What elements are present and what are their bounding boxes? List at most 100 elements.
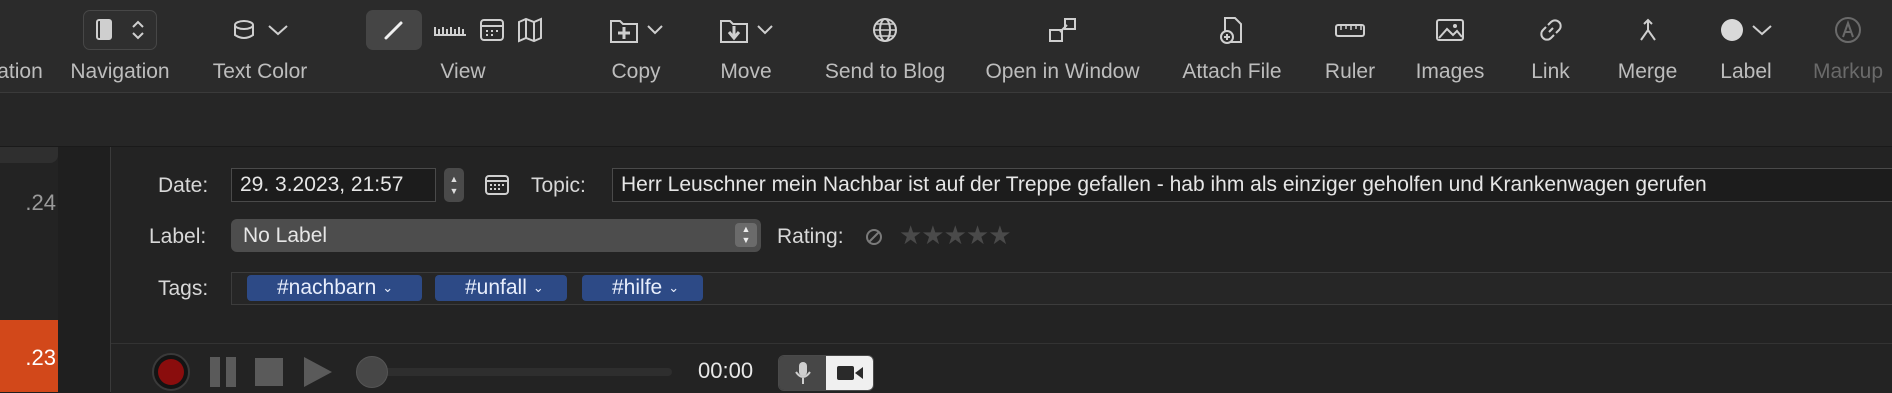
attach-file-icon [1220, 17, 1242, 44]
tag-chip[interactable]: #nachbarn ⌄ [247, 275, 422, 301]
date-stepper[interactable]: ▲ ▼ [444, 168, 464, 202]
ruler-ticks-icon[interactable] [432, 19, 468, 41]
copy-folder-icon [610, 20, 638, 43]
map-icon[interactable] [516, 17, 544, 43]
ruler-button[interactable]: Ruler [1310, 10, 1390, 84]
toolbar-label: Markup [1812, 60, 1884, 83]
chevron-down-icon[interactable]: ⌄ [382, 280, 393, 296]
toolbar-label: Move [720, 60, 772, 83]
input-source-toggle[interactable] [778, 355, 874, 391]
clear-rating-icon[interactable] [863, 226, 885, 248]
tag-text: #hilfe [612, 276, 663, 299]
record-button[interactable] [151, 352, 191, 392]
ruler-icon [1335, 24, 1365, 37]
label-label: Label: [149, 225, 207, 248]
rating-stars[interactable]: ★★★★★ [899, 220, 1012, 251]
chevron-down-icon [268, 25, 288, 36]
label-popup-value: No Label [243, 223, 328, 247]
link-icon [1539, 19, 1562, 41]
toolbar-label: View [440, 60, 486, 83]
label-color-dot-icon [1721, 19, 1743, 41]
notebook-icon [96, 19, 112, 40]
chevron-down-icon [647, 25, 663, 35]
tag-text: #unfall [465, 276, 527, 299]
copy-button[interactable]: Copy [596, 10, 676, 84]
topic-field[interactable]: Herr Leuschner mein Nachbar ist auf der … [612, 168, 1892, 202]
stepper-down-icon: ▼ [449, 186, 459, 196]
attach-file-button[interactable]: Attach File [1172, 10, 1292, 84]
stop-icon[interactable] [253, 356, 285, 388]
text-color-button[interactable]: Text Color [205, 10, 315, 84]
markup-button[interactable]: Markup [1808, 10, 1888, 84]
rating-label: Rating: [777, 225, 844, 248]
toolbar-label: Copy [611, 60, 661, 83]
toolbar-label: Attach File [1182, 60, 1282, 83]
up-down-chevron-icon [132, 20, 144, 40]
label-popup[interactable]: No Label ▲ ▼ [231, 219, 761, 252]
chevron-down-icon [1752, 25, 1772, 36]
chevron-down-icon[interactable]: ⌄ [668, 280, 679, 296]
toolbar-item-partial[interactable]: ation [0, 10, 43, 84]
toolbar-label: Ruler [1324, 60, 1376, 83]
up-down-chevron-icon: ▲ ▼ [735, 223, 757, 247]
tag-chip[interactable]: #unfall ⌄ [435, 275, 567, 301]
merge-button[interactable]: Merge [1605, 10, 1690, 84]
link-button[interactable]: Link [1518, 10, 1583, 84]
list-item-date: .23 [25, 345, 56, 370]
navigation-segment[interactable] [83, 10, 157, 50]
markup-pen-icon [1835, 17, 1861, 43]
merge-icon [1639, 18, 1656, 41]
image-icon [1436, 19, 1464, 41]
tags-label: Tags: [158, 277, 209, 300]
time-display: 00:00 [698, 358, 754, 383]
pencil-icon [384, 21, 403, 40]
video-option[interactable] [826, 356, 873, 390]
navigation-button[interactable]: Navigation [60, 10, 180, 84]
open-window-icon [1048, 18, 1076, 42]
view-group: View [335, 10, 575, 84]
progress-track[interactable] [356, 356, 672, 388]
chevron-down-icon[interactable]: ⌄ [533, 280, 544, 296]
main-toolbar: ation Navigation Text Color View Copy Mo… [0, 0, 1892, 93]
toolbar-label: Navigation [70, 60, 170, 83]
audio-recorder-bar: 00:00 [111, 343, 1892, 393]
toolbar-label: Label [1720, 60, 1772, 83]
text-color-icon [234, 20, 254, 39]
move-button[interactable]: Move [706, 10, 786, 84]
topic-label: Topic: [531, 174, 586, 197]
microphone-icon [794, 362, 811, 384]
microphone-option[interactable] [779, 356, 826, 390]
secondary-bar [0, 93, 1892, 147]
toolbar-label: Link [1531, 60, 1570, 83]
play-icon[interactable] [301, 354, 335, 390]
chevron-down-icon [757, 25, 773, 35]
toolbar-label: Merge [1617, 60, 1678, 83]
tag-chip[interactable]: #hilfe ⌄ [582, 275, 703, 301]
entry-list-sidebar: .24 .23 [0, 147, 58, 392]
date-field[interactable]: 29. 3.2023, 21:57 [231, 168, 436, 202]
images-button[interactable]: Images [1405, 10, 1495, 84]
date-label: Date: [158, 174, 209, 197]
pause-icon[interactable] [207, 354, 241, 390]
toolbar-label: Send to Blog [824, 60, 946, 83]
split-divider[interactable] [58, 147, 111, 392]
toolbar-label: Images [1415, 60, 1485, 83]
move-folder-icon [720, 20, 748, 43]
progress-knob[interactable] [356, 356, 388, 388]
edit-mode-button[interactable] [366, 10, 422, 50]
toolbar-label: Open in Window [985, 60, 1140, 83]
calendar-picker-icon[interactable] [483, 172, 511, 198]
calendar-icon[interactable] [478, 17, 506, 43]
video-camera-icon [836, 366, 863, 380]
globe-icon [873, 18, 897, 42]
list-item-date[interactable]: .24 [25, 190, 56, 216]
stepper-up-icon: ▲ [449, 174, 459, 184]
tag-text: #nachbarn [277, 276, 377, 299]
label-button[interactable]: Label [1706, 10, 1786, 84]
open-in-window-button[interactable]: Open in Window [975, 10, 1150, 84]
toolbar-label: Text Color [212, 60, 308, 83]
selected-list-item[interactable]: .23 [0, 320, 58, 392]
send-to-blog-button[interactable]: Send to Blog [810, 10, 960, 84]
toolbar-label: ation [0, 60, 43, 83]
list-item-partial[interactable] [0, 147, 58, 163]
